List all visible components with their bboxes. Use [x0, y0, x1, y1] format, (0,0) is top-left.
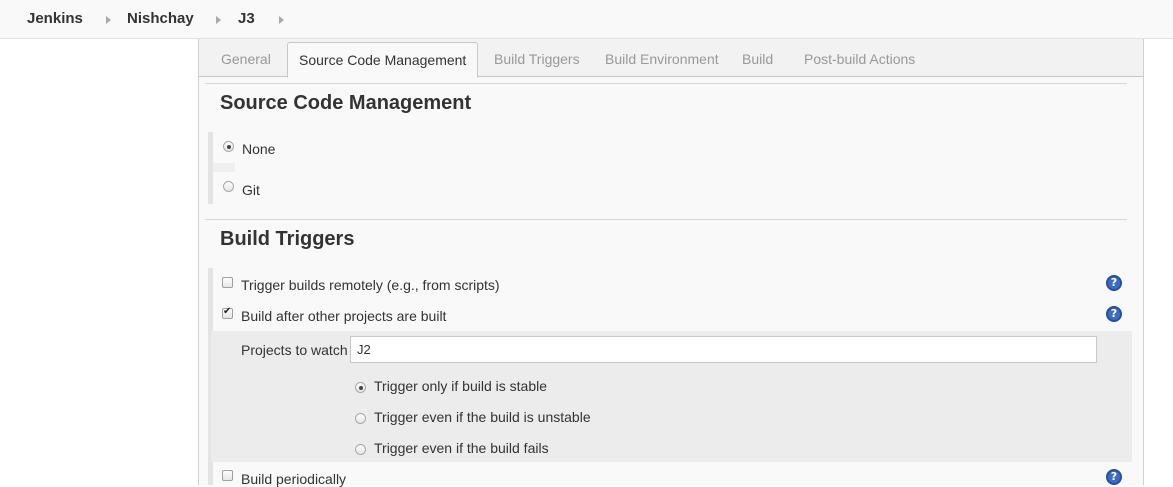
trigger-fails-label[interactable]: Trigger even if the build fails [374, 440, 549, 456]
projects-to-watch-input[interactable] [350, 336, 1097, 363]
scm-none-radio[interactable] [223, 141, 234, 152]
section-divider [205, 219, 1127, 220]
trigger-unstable-radio[interactable] [355, 413, 366, 424]
breadcrumb-item-jenkins[interactable]: Jenkins [27, 10, 83, 27]
tab-source-code-management[interactable]: Source Code Management [287, 42, 479, 78]
tab-build-environment[interactable]: Build Environment [605, 51, 719, 67]
tab-build-triggers[interactable]: Build Triggers [494, 51, 580, 67]
build-after-other-label[interactable]: Build after other projects are built [241, 308, 446, 324]
scm-option-separator [213, 163, 235, 172]
scm-none-label[interactable]: None [242, 141, 275, 157]
trigger-remotely-checkbox[interactable] [222, 277, 233, 288]
trigger-fails-radio[interactable] [355, 444, 366, 455]
config-panel: General Source Code Management Build Tri… [198, 39, 1144, 487]
breadcrumb-item-j3[interactable]: J3 [238, 10, 255, 27]
scm-git-radio[interactable] [223, 181, 234, 192]
trigger-stable-radio[interactable] [355, 382, 366, 393]
build-after-other-checkbox[interactable] [222, 306, 233, 319]
tab-post-build-actions[interactable]: Post-build Actions [804, 51, 915, 67]
trigger-unstable-label[interactable]: Trigger even if the build is unstable [374, 409, 591, 425]
build-periodically-checkbox[interactable] [222, 470, 233, 481]
tab-build[interactable]: Build [742, 51, 773, 67]
scm-section-title: Source Code Management [220, 92, 472, 114]
tab-bar: General Source Code Management Build Tri… [199, 39, 1143, 78]
trigger-remotely-label[interactable]: Trigger builds remotely (e.g., from scri… [241, 277, 500, 293]
help-icon[interactable]: ? [1106, 275, 1122, 291]
trigger-stable-label[interactable]: Trigger only if build is stable [374, 378, 547, 394]
breadcrumb: Jenkins Nishchay J3 [0, 0, 1173, 39]
projects-to-watch-label: Projects to watch [241, 342, 348, 358]
chevron-right-icon[interactable] [279, 16, 284, 24]
breadcrumb-item-nishchay[interactable]: Nishchay [127, 10, 194, 27]
help-icon[interactable]: ? [1106, 469, 1122, 485]
scm-git-label[interactable]: Git [242, 182, 260, 198]
tab-general[interactable]: General [221, 51, 271, 67]
section-divider [205, 83, 1127, 84]
chevron-right-icon[interactable] [106, 16, 111, 24]
build-triggers-section-title: Build Triggers [220, 228, 355, 250]
help-icon[interactable]: ? [1106, 306, 1122, 322]
chevron-right-icon[interactable] [216, 16, 221, 24]
